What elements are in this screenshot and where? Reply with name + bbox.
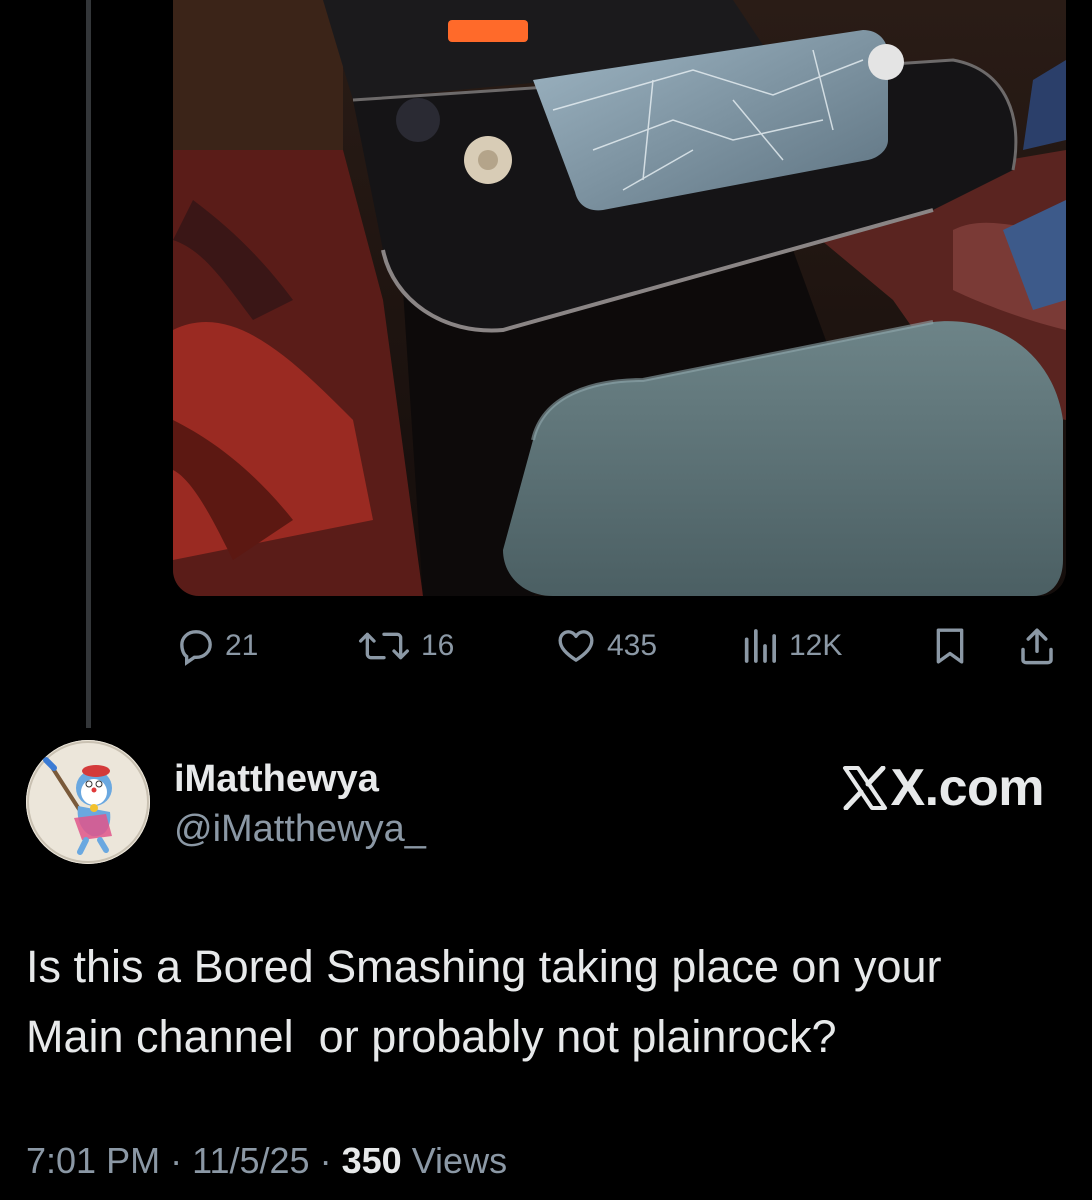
bookmark-icon: [936, 628, 964, 664]
meta-separator-2: ·: [319, 1140, 332, 1181]
post-date[interactable]: 11/5/25: [192, 1140, 309, 1181]
like-button[interactable]: 435: [554, 618, 657, 674]
meta-separator: ·: [170, 1140, 183, 1181]
post-views-label: Views: [411, 1140, 508, 1181]
views-button[interactable]: 12K: [740, 618, 842, 674]
author-display-name[interactable]: iMatthewya: [174, 758, 379, 801]
watermark-text: X.com: [890, 759, 1044, 817]
bookmark-button[interactable]: [930, 618, 970, 674]
reply-button[interactable]: 21: [176, 618, 258, 674]
post-views-count: 350: [341, 1140, 402, 1181]
reply-count: 21: [225, 629, 259, 662]
post-text: Is this a Bored Smashing taking place on…: [26, 941, 942, 1062]
repost-count: 16: [421, 629, 455, 662]
watermark: X.com: [842, 759, 1044, 817]
like-count: 435: [607, 629, 658, 662]
share-icon: [1021, 628, 1053, 665]
post-metadata: 7:01 PM · 11/5/25 · 350 Views: [26, 1140, 507, 1182]
share-button[interactable]: [1016, 618, 1058, 674]
heart-icon: [558, 630, 594, 662]
repost-icon: [358, 632, 409, 660]
views-count-previous: 12K: [789, 629, 843, 662]
avatar[interactable]: [26, 740, 150, 864]
media-photo: [173, 0, 1066, 596]
avatar-drawing: [26, 740, 150, 864]
post-action-bar: 21 16 435 12K: [0, 618, 1092, 674]
analytics-icon: [744, 629, 776, 663]
post-header: iMatthewya @iMatthewya_ X.com: [0, 740, 1092, 870]
reply-icon: [180, 630, 212, 666]
author-handle[interactable]: @iMatthewya_: [174, 808, 426, 851]
post-time[interactable]: 7:01 PM: [26, 1140, 160, 1181]
repost-button[interactable]: 16: [356, 618, 454, 674]
post-media-image[interactable]: [173, 0, 1066, 596]
x-logo-icon: [843, 766, 888, 810]
